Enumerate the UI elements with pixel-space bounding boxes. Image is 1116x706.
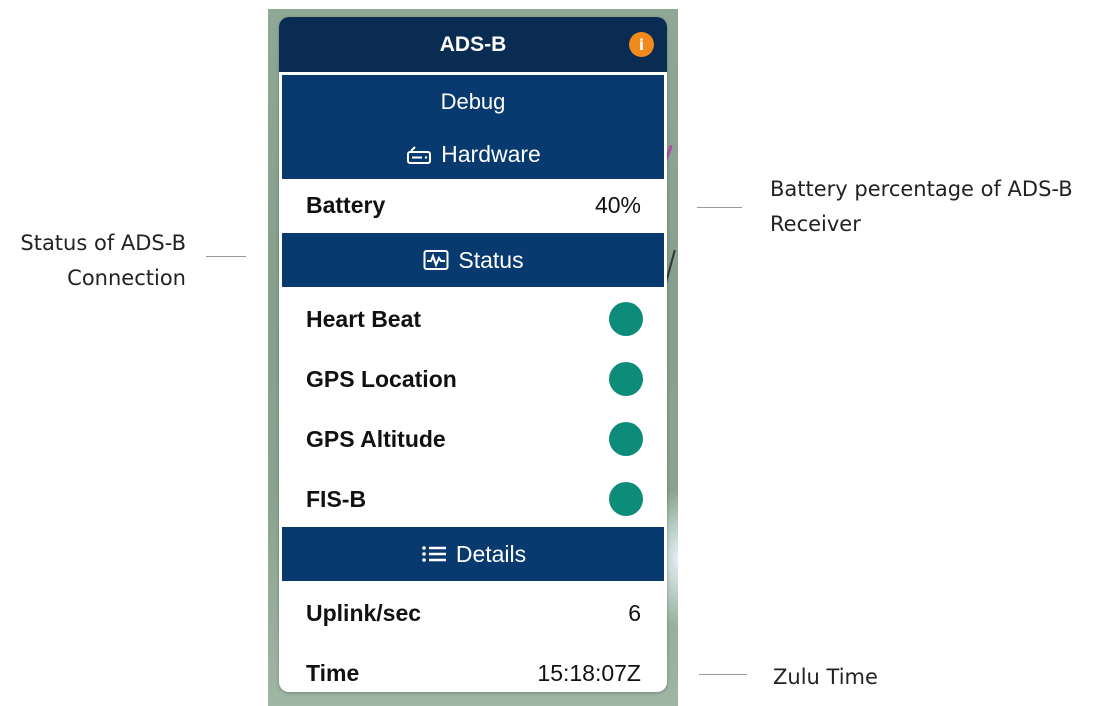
- panel-title: ADS-B: [439, 32, 507, 56]
- battery-label: Battery: [306, 191, 386, 218]
- battery-row: Battery 40%: [279, 177, 667, 233]
- callout-battery-leader: [697, 207, 742, 208]
- status-indicator: [609, 362, 643, 396]
- hardware-label: Hardware: [441, 141, 541, 167]
- time-row: Time 15:18:07Z: [279, 645, 667, 692]
- status-row-heart-beat: Heart Beat: [279, 291, 667, 347]
- uplink-label: Uplink/sec: [306, 599, 422, 626]
- router-icon: [405, 144, 433, 166]
- status-item-label: FIS-B: [306, 485, 367, 512]
- activity-monitor-icon: [422, 249, 450, 271]
- status-item-label: Heart Beat: [306, 305, 422, 332]
- list-icon: [420, 543, 448, 565]
- callout-battery: Battery percentage of ADS-B Receiver: [770, 172, 1116, 242]
- info-icon[interactable]: i: [629, 32, 654, 57]
- uplink-row: Uplink/sec 6: [279, 585, 667, 641]
- status-row-gps-location: GPS Location: [279, 351, 667, 407]
- adsb-panel: ADS-B i Debug Hardware Battery 40% Statu…: [279, 17, 667, 692]
- uplink-value: 6: [628, 599, 641, 626]
- callout-status-line2: Connection: [67, 266, 186, 290]
- callout-status-leader: [206, 256, 246, 257]
- screenshot-stage: ADS-B i Debug Hardware Battery 40% Statu…: [0, 0, 1116, 706]
- panel-header: ADS-B i: [279, 17, 667, 72]
- hardware-section-header: Hardware: [282, 141, 664, 168]
- callout-status-line1: Status of ADS-B: [20, 231, 186, 255]
- time-label: Time: [306, 659, 360, 686]
- status-indicator: [609, 482, 643, 516]
- battery-value: 40%: [594, 191, 641, 218]
- status-indicator: [609, 302, 643, 336]
- status-section-header: Status: [282, 233, 664, 287]
- debug-label[interactable]: Debug: [282, 89, 664, 115]
- callout-battery-line2: Receiver: [770, 212, 861, 236]
- callout-time-leader: [699, 674, 747, 675]
- callout-status: Status of ADS-B Connection: [0, 226, 186, 296]
- callout-battery-line1: Battery percentage of ADS-B: [770, 177, 1073, 201]
- status-indicator: [609, 422, 643, 456]
- status-item-label: GPS Location: [306, 365, 457, 392]
- status-label: Status: [458, 246, 524, 273]
- details-section-header: Details: [282, 527, 664, 581]
- status-item-label: GPS Altitude: [306, 425, 446, 452]
- details-label: Details: [455, 540, 527, 567]
- status-row-gps-altitude: GPS Altitude: [279, 411, 667, 467]
- status-row-fis-b: FIS-B: [279, 471, 667, 527]
- callout-time: Zulu Time: [773, 660, 973, 695]
- callout-time-line1: Zulu Time: [773, 665, 878, 689]
- time-value: 15:18:07Z: [537, 659, 641, 686]
- debug-section: Debug Hardware: [282, 75, 664, 179]
